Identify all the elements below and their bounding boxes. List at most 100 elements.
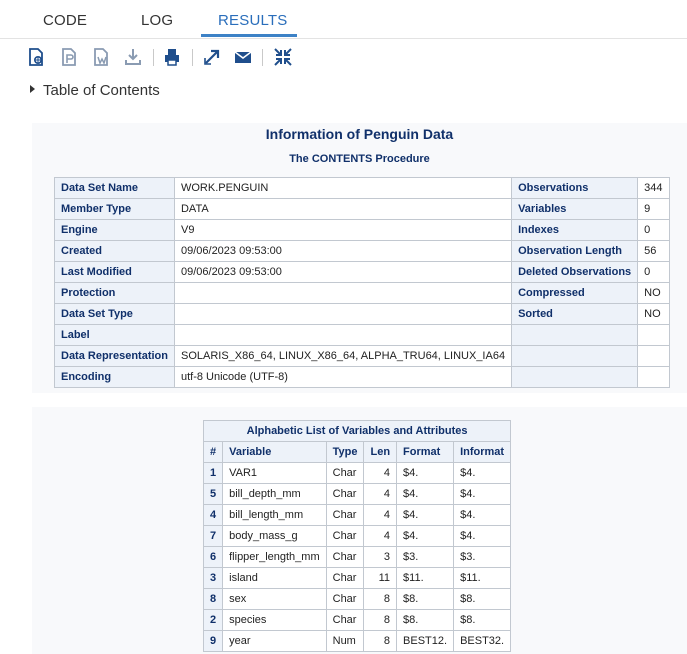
info-value (173, 324, 513, 346)
var-number: 6 (202, 546, 224, 568)
table-row: 3 island Char 11 $11. $11. (202, 567, 512, 589)
var-informat: $4. (453, 483, 512, 505)
var-format: $4. (396, 483, 455, 505)
procedure-title: Information of Penguin Data (265, 126, 454, 142)
info-row: Member Type DATA Variables 9 (54, 198, 671, 220)
var-format: $4. (396, 525, 455, 547)
info-label: Last Modified (54, 261, 175, 283)
info-label: Data Set Name (54, 177, 175, 199)
var-name: bill_length_mm (222, 504, 327, 526)
var-type: Char (325, 483, 365, 505)
column-header: Informat (453, 441, 512, 463)
var-format: $4. (396, 504, 455, 526)
contents-panel: Information of Penguin Data The CONTENTS… (32, 123, 687, 393)
var-length: 4 (363, 462, 398, 484)
var-name: island (222, 567, 327, 589)
info-value: WORK.PENGUIN (173, 177, 513, 199)
var-type: Char (325, 462, 365, 484)
caret-right-icon (30, 85, 35, 93)
results-toolbar (24, 45, 324, 71)
tab-log[interactable]: LOG (141, 12, 173, 29)
info-label: Label (54, 324, 175, 346)
var-length: 8 (363, 588, 398, 610)
info-label: Member Type (54, 198, 175, 220)
var-number: 8 (202, 588, 224, 610)
column-header: Variable (222, 441, 327, 463)
table-row: 4 bill_length_mm Char 4 $4. $4. (202, 504, 512, 526)
info-value: NO (637, 282, 671, 304)
collapse-icon[interactable] (273, 47, 293, 67)
var-name: species (222, 609, 327, 631)
table-of-contents-toggle[interactable]: Table of Contents (30, 82, 160, 99)
info-value: 344 (637, 177, 671, 199)
column-header: # (202, 441, 224, 463)
toolbar-divider (192, 49, 193, 66)
var-type: Char (325, 546, 365, 568)
open-new-window-icon[interactable] (202, 47, 222, 67)
table-row: 9 year Num 8 BEST12. BEST32. (202, 630, 512, 652)
var-format: $8. (396, 588, 455, 610)
info-value: 09/06/2023 09:53:00 (173, 240, 513, 262)
var-type: Char (325, 567, 365, 589)
info-value: V9 (173, 219, 513, 241)
var-informat: BEST32. (453, 630, 512, 652)
var-type: Char (325, 609, 365, 631)
var-length: 4 (363, 504, 398, 526)
info-label: Observation Length (511, 240, 639, 262)
column-header: Len (363, 441, 398, 463)
var-name: VAR1 (222, 462, 327, 484)
var-name: body_mass_g (222, 525, 327, 547)
pdf-doc-icon[interactable] (59, 47, 79, 67)
column-header: Type (325, 441, 365, 463)
tab-results[interactable]: RESULTS (218, 12, 287, 29)
info-label: Compressed (511, 282, 639, 304)
info-value: utf-8 Unicode (UTF-8) (173, 366, 513, 388)
print-icon[interactable] (162, 47, 182, 67)
info-label: Indexes (511, 219, 639, 241)
var-length: 11 (363, 567, 398, 589)
var-number: 4 (202, 504, 224, 526)
var-length: 8 (363, 630, 398, 652)
var-name: sex (222, 588, 327, 610)
table-row: 6 flipper_length_mm Char 3 $3. $3. (202, 546, 512, 568)
info-row: Engine V9 Indexes 0 (54, 219, 671, 241)
table-row: 2 species Char 8 $8. $8. (202, 609, 512, 631)
email-icon[interactable] (233, 47, 253, 67)
var-type: Char (325, 504, 365, 526)
var-format: $8. (396, 609, 455, 631)
info-label (511, 324, 639, 346)
var-length: 4 (363, 483, 398, 505)
var-number: 2 (202, 609, 224, 631)
info-label: Observations (511, 177, 639, 199)
procedure-subtitle: The CONTENTS Procedure (289, 153, 430, 165)
tab-code[interactable]: CODE (43, 12, 87, 29)
var-informat: $4. (453, 525, 512, 547)
html-doc-icon[interactable] (26, 47, 46, 67)
var-number: 3 (202, 567, 224, 589)
info-value (173, 303, 513, 325)
variables-table: Alphabetic List of Variables and Attribu… (202, 420, 512, 652)
info-label: Sorted (511, 303, 639, 325)
var-number: 5 (202, 483, 224, 505)
info-label: Data Set Type (54, 303, 175, 325)
rtf-doc-icon[interactable] (91, 47, 111, 67)
var-length: 4 (363, 525, 398, 547)
var-informat: $8. (453, 609, 512, 631)
var-type: Char (325, 525, 365, 547)
info-label: Deleted Observations (511, 261, 639, 283)
info-value: NO (637, 303, 671, 325)
table-row: 5 bill_depth_mm Char 4 $4. $4. (202, 483, 512, 505)
download-icon[interactable] (123, 47, 143, 67)
var-length: 8 (363, 609, 398, 631)
info-value: 56 (637, 240, 671, 262)
var-name: bill_depth_mm (222, 483, 327, 505)
var-format: BEST12. (396, 630, 455, 652)
column-header: Format (396, 441, 455, 463)
variables-panel: Alphabetic List of Variables and Attribu… (32, 407, 687, 654)
toolbar-divider (153, 49, 154, 66)
var-informat: $4. (453, 462, 512, 484)
var-format: $11. (396, 567, 455, 589)
info-value (637, 324, 671, 346)
info-row: Created 09/06/2023 09:53:00 Observation Le… (54, 240, 671, 262)
info-row: Protection Compressed NO (54, 282, 671, 304)
